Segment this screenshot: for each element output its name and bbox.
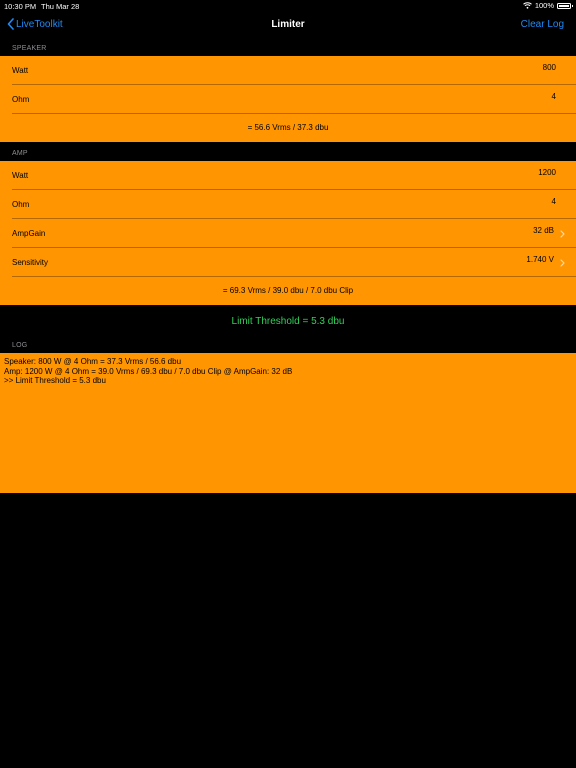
amp-sensitivity-row[interactable]: Sensitivity 1.740 V [0,248,576,277]
speaker-watt-value: 800 [542,63,556,72]
amp-watt-value: 1200 [538,168,556,177]
amp-gain-row[interactable]: AmpGain 32 dB [0,219,576,248]
amp-group: Watt 1200 Ohm 4 AmpGain 32 dB Sensitivit… [0,161,576,305]
limit-threshold: Limit Threshold = 5.3 dbu [231,316,345,327]
amp-ohm-value: 4 [551,197,556,206]
amp-watt-label: Watt [12,171,29,180]
battery-percentage: 100% [534,1,554,10]
log-section-title: LOG [12,342,28,349]
speaker-group: Watt 800 Ohm 4 = 56.6 Vrms / 37.3 dbu [0,56,576,142]
status-bar: 10:30 PM Thu Mar 28 100% [0,0,576,12]
speaker-result: = 56.6 Vrms / 37.3 dbu [247,123,329,132]
back-button[interactable]: LiveToolkit [7,18,63,30]
chevron-right-icon [560,230,565,238]
log-line: Speaker: 800 W @ 4 Ohm = 37.3 Vrms / 56.… [4,357,182,366]
amp-section-title: AMP [12,150,28,157]
amp-gain-label: AmpGain [12,229,46,238]
back-button-label: LiveToolkit [16,18,63,30]
chevron-left-icon [7,18,14,30]
battery-icon [557,2,573,9]
amp-gain-value: 32 dB [533,226,554,235]
amp-watt-row[interactable]: Watt 1200 [0,161,576,190]
amp-result: = 69.3 Vrms / 39.0 dbu / 7.0 dbu Clip [222,286,354,295]
status-date: Thu Mar 28 [41,2,80,11]
speaker-ohm-row[interactable]: Ohm 4 [0,85,576,114]
chevron-right-icon [560,259,565,267]
clear-log-button[interactable]: Clear Log [521,19,564,30]
speaker-section-header: SPEAKER [0,40,576,56]
amp-section-header: AMP [0,145,576,161]
amp-ohm-label: Ohm [12,200,30,209]
log-line: >> Limit Threshold = 5.3 dbu [4,376,106,385]
navigation-bar: LiveToolkit Limiter Clear Log [0,12,576,40]
log-section-header: LOG [0,337,576,353]
log-line: Amp: 1200 W @ 4 Ohm = 39.0 Vrms / 69.3 d… [4,366,293,376]
speaker-watt-label: Watt [12,66,29,75]
amp-ohm-row[interactable]: Ohm 4 [0,190,576,219]
speaker-ohm-label: Ohm [12,95,30,104]
speaker-section-title: SPEAKER [12,45,47,52]
amp-sensitivity-value: 1.740 V [526,255,554,264]
amp-sensitivity-label: Sensitivity [12,258,49,267]
speaker-watt-row[interactable]: Watt 800 [0,56,576,85]
status-right: 100% [522,1,573,10]
wifi-icon [522,2,532,9]
speaker-ohm-value: 4 [551,92,556,101]
page-title: Limiter [271,19,305,30]
status-time: 10:30 PM [4,2,37,11]
log-text-area[interactable]: Speaker: 800 W @ 4 Ohm = 37.3 Vrms / 56.… [0,353,576,493]
